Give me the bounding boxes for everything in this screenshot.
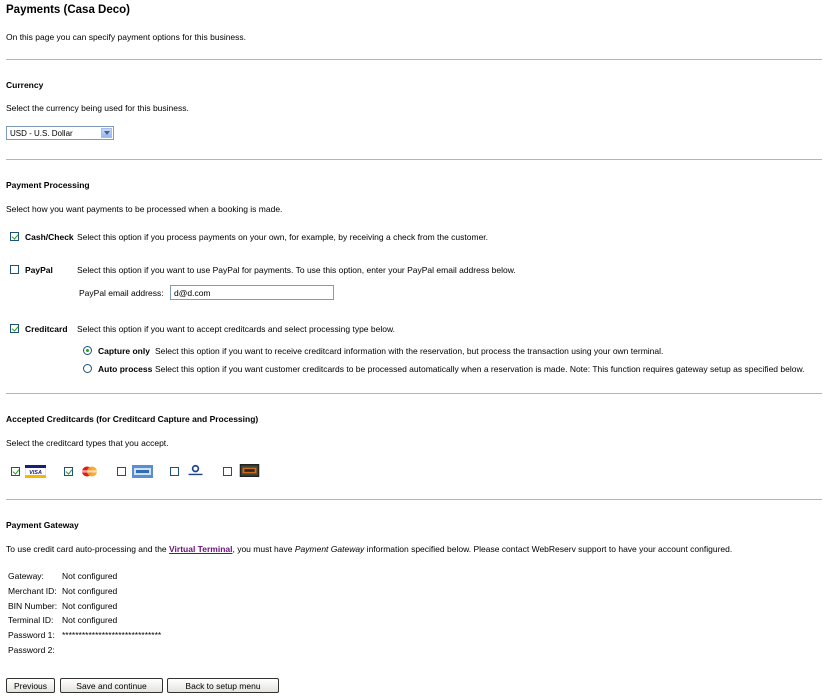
auto-process-text: Select this option if you want customer …	[155, 364, 805, 374]
auto-process-radio[interactable]	[83, 364, 92, 373]
capture-only-label: Capture only	[98, 346, 150, 356]
page-title: Payments (Casa Deco)	[6, 4, 130, 16]
terminal-id-value: Not configured	[62, 615, 118, 625]
paypal-email-input[interactable]: d@d.com	[170, 285, 334, 300]
chevron-down-icon[interactable]	[101, 128, 112, 138]
capture-only-text: Select this option if you want to receiv…	[155, 346, 664, 356]
paypal-text: Select this option if you want to use Pa…	[77, 265, 516, 275]
merchant-id-value: Not configured	[62, 586, 118, 596]
paypal-label: PayPal	[25, 265, 53, 275]
processing-description: Select how you want payments to be proce…	[6, 204, 283, 214]
diners-checkbox[interactable]	[170, 467, 179, 476]
gateway-info-text: information specified below. Please cont…	[364, 544, 733, 554]
creditcard-checkbox[interactable]	[10, 324, 19, 333]
svg-text:VISA: VISA	[29, 470, 42, 476]
bin-number-value: Not configured	[62, 601, 118, 611]
virtual-terminal-link[interactable]: Virtual Terminal	[169, 544, 232, 554]
gateway-info: To use credit card auto-processing and t…	[6, 544, 732, 554]
discover-checkbox[interactable]	[223, 467, 232, 476]
auto-process-label: Auto process	[98, 364, 153, 374]
paypal-checkbox[interactable]	[10, 265, 19, 274]
gateway-info-text: , you must have	[232, 544, 295, 554]
divider	[6, 59, 822, 61]
mastercard-checkbox[interactable]	[64, 467, 73, 476]
discover-card-icon	[239, 464, 260, 477]
amex-checkbox[interactable]	[117, 467, 126, 476]
paypal-email-label: PayPal email address:	[79, 288, 164, 298]
password-1-value: ******************************	[62, 630, 162, 640]
terminal-id-label: Terminal ID:	[8, 615, 54, 625]
previous-button[interactable]: Previous	[6, 678, 55, 693]
creditcard-text: Select this option if you want to accept…	[77, 324, 395, 334]
cards-heading: Accepted Creditcards (for Creditcard Cap…	[6, 414, 259, 424]
currency-heading: Currency	[6, 80, 44, 90]
visa-icon: VISA	[25, 465, 46, 478]
divider	[6, 393, 822, 395]
gateway-info-italic: Payment Gateway	[294, 544, 365, 554]
mastercard-icon	[79, 465, 100, 478]
gateway-info-text: To use credit card auto-processing and t…	[6, 544, 170, 554]
password-1-label: Password 1:	[8, 630, 55, 640]
cash-check-checkbox[interactable]	[10, 232, 19, 241]
divider	[6, 499, 822, 501]
currency-select[interactable]: USD - U.S. Dollar	[6, 126, 114, 140]
cash-check-text: Select this option if you process paymen…	[77, 232, 489, 242]
processing-heading: Payment Processing	[6, 180, 90, 190]
cash-check-label: Cash/Check	[25, 232, 74, 242]
currency-description: Select the currency being used for this …	[6, 103, 189, 113]
gateway-value: Not configured	[62, 571, 118, 581]
diners-club-icon	[185, 464, 206, 477]
divider	[6, 159, 822, 161]
capture-only-radio[interactable]	[83, 346, 92, 355]
visa-checkbox[interactable]	[11, 467, 20, 476]
password-2-label: Password 2:	[8, 645, 55, 655]
gateway-label: Gateway:	[8, 571, 44, 581]
creditcard-label: Creditcard	[25, 324, 68, 334]
currency-select-value: USD - U.S. Dollar	[10, 129, 73, 138]
cards-description: Select the creditcard types that you acc…	[6, 438, 169, 448]
merchant-id-label: Merchant ID:	[8, 586, 57, 596]
gateway-heading: Payment Gateway	[6, 520, 79, 530]
back-to-setup-menu-button[interactable]: Back to setup menu	[167, 678, 279, 693]
page-intro: On this page you can specify payment opt…	[6, 32, 247, 42]
amex-icon	[132, 465, 153, 478]
bin-number-label: BIN Number:	[8, 601, 58, 611]
save-and-continue-button[interactable]: Save and continue	[60, 678, 163, 693]
